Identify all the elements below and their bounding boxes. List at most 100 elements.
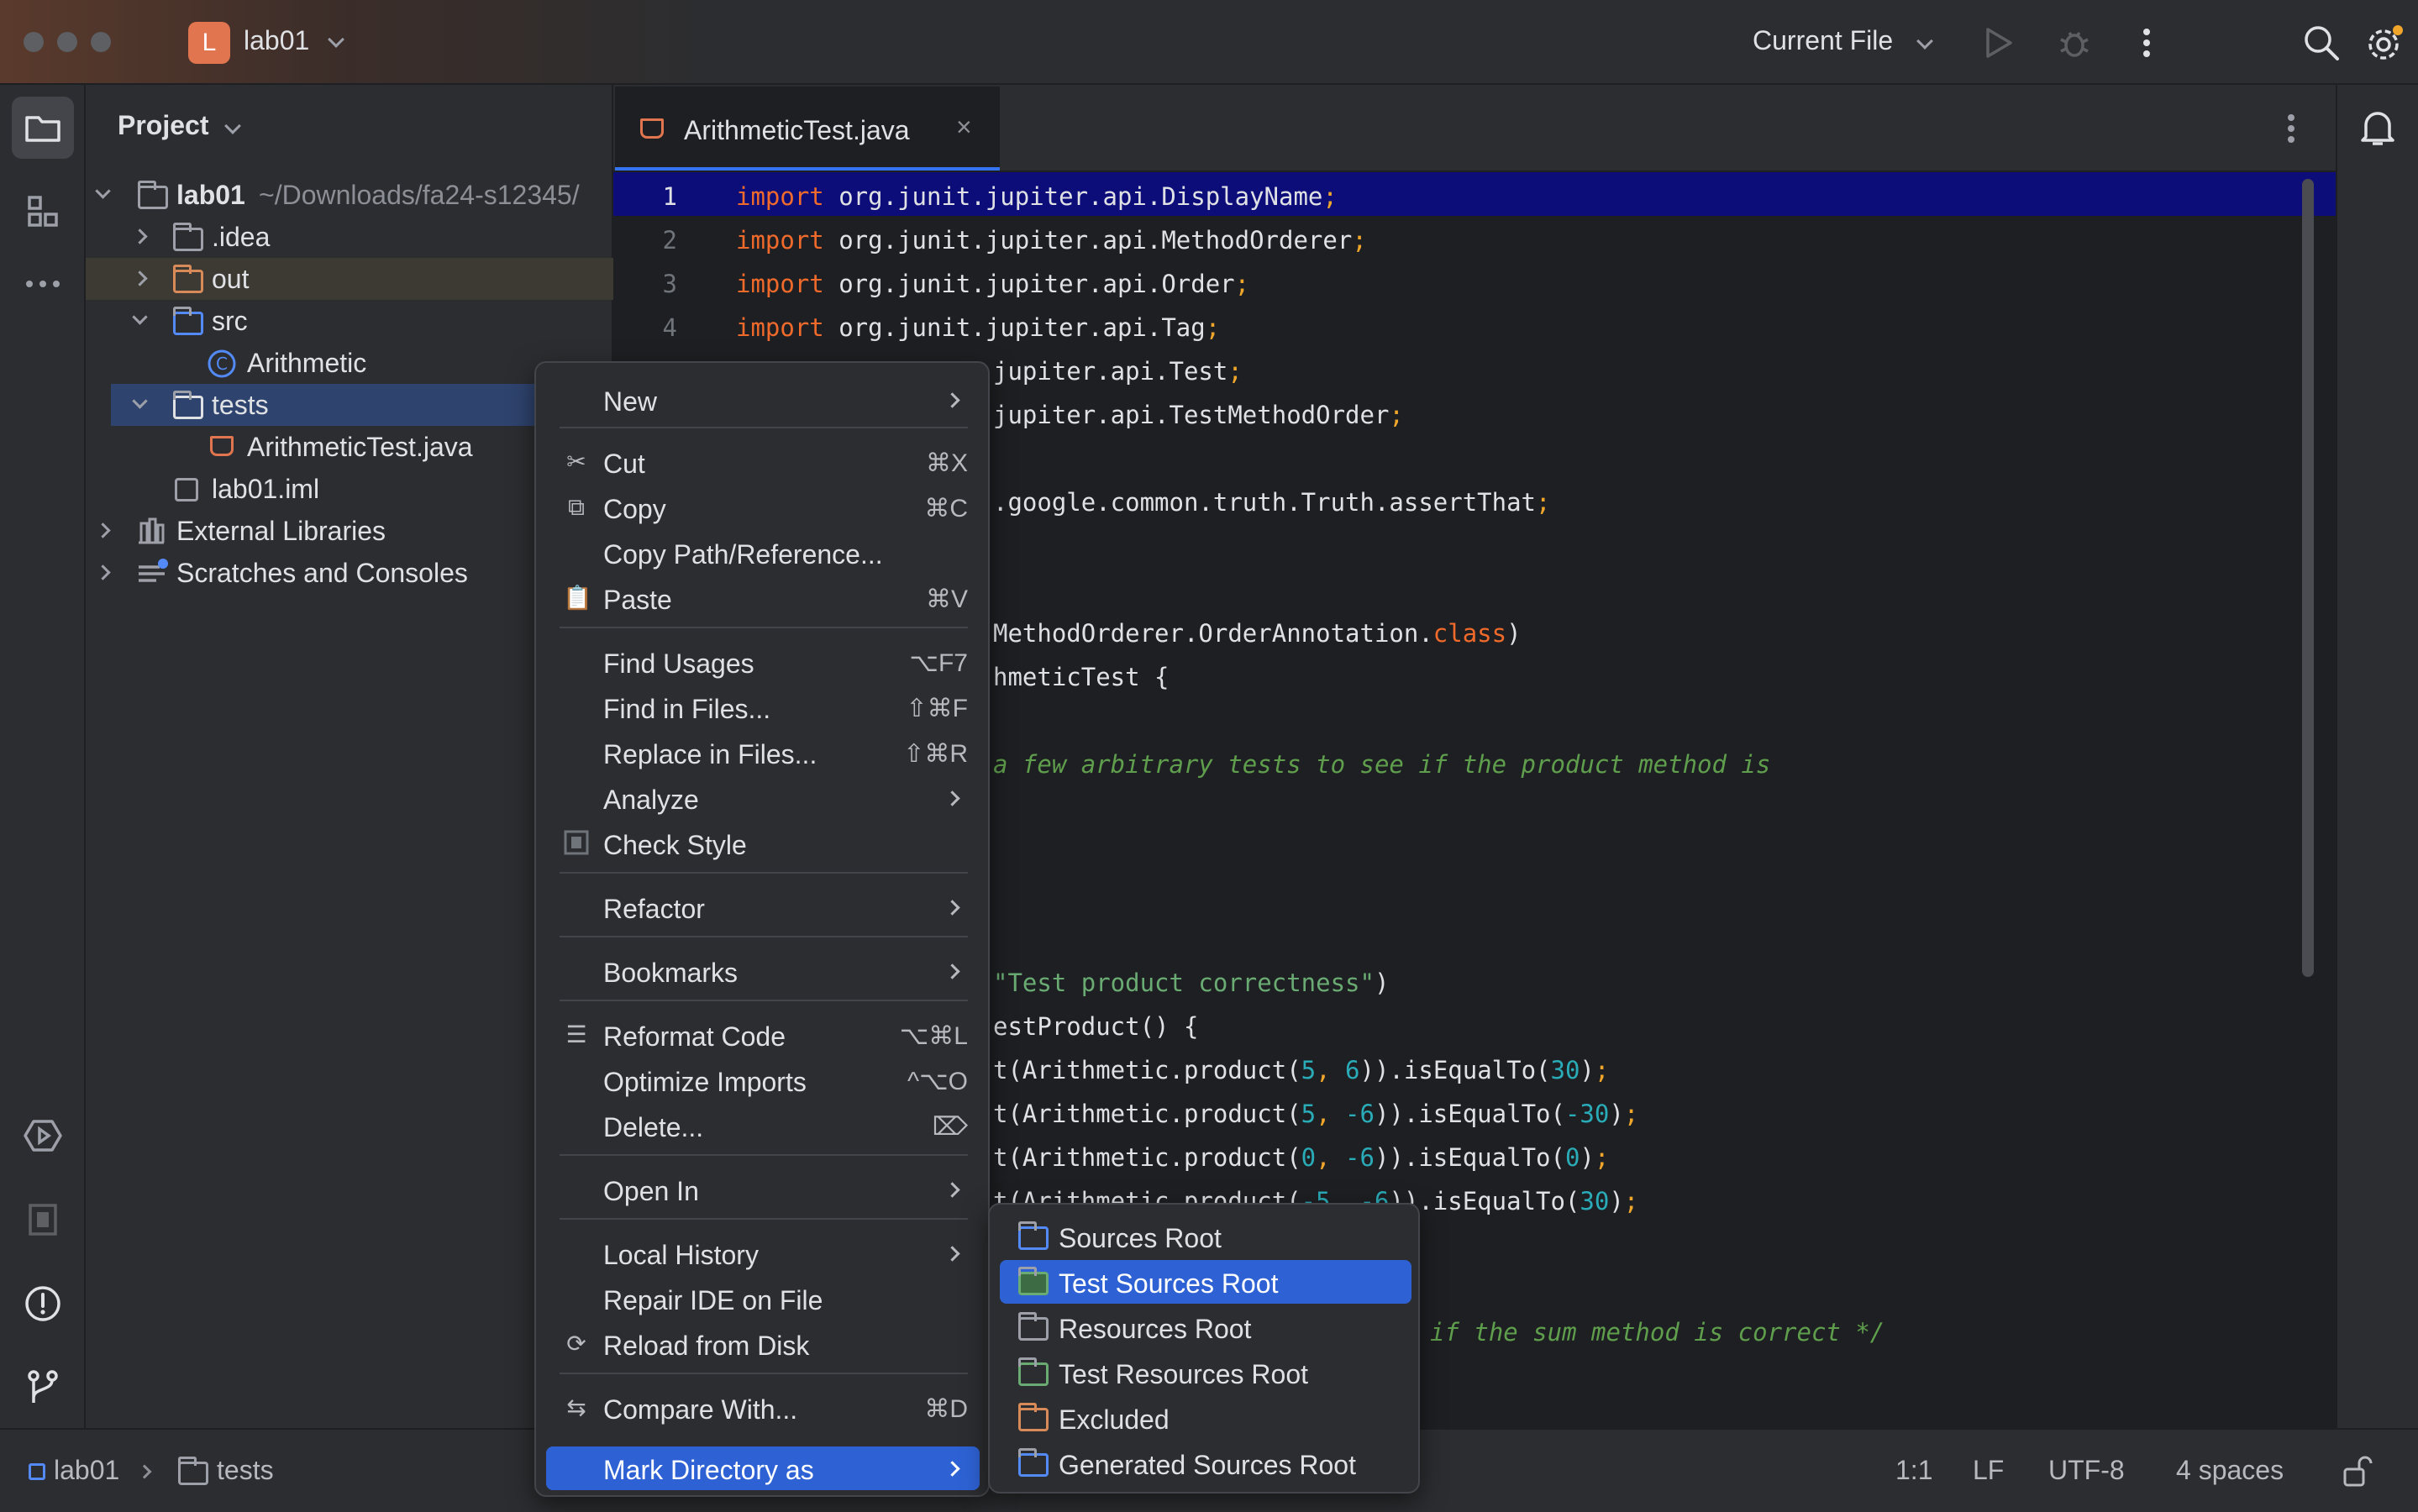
problems-tool-button[interactable] [12,1273,74,1335]
menu-item-copy[interactable]: ⧉ Copy ⌘C [546,486,980,529]
excluded-folder-icon [1018,1403,1049,1431]
tab-arithmetictest[interactable]: ArithmeticTest.java × [615,87,1000,171]
window-minimize-button[interactable] [57,32,77,52]
menu-item-find-usages[interactable]: Find Usages ⌥F7 [546,640,980,684]
menu-separator [560,936,968,937]
editor-scrollbar[interactable] [2302,179,2314,977]
menu-item-paste[interactable]: 📋 Paste ⌘V [546,576,980,620]
menu-item-check-style[interactable]: Check Style [546,822,980,865]
tree-row-out[interactable]: out [86,258,613,300]
project-panel-title[interactable]: Project [118,110,208,141]
window-zoom-button[interactable] [91,32,111,52]
folder-icon [173,391,203,419]
test-sources-root-icon [1018,1267,1049,1295]
expand-icon[interactable] [132,270,148,286]
source-folder-icon [173,307,203,335]
debug-icon[interactable] [2052,20,2097,66]
expand-icon[interactable] [95,183,111,199]
menu-item-find-in-files[interactable]: Find in Files... ⇧⌘F [546,685,980,729]
submenu-item-generated-sources-root[interactable]: Generated Sources Root [1000,1441,1411,1485]
chevron-right-icon [944,963,960,979]
caret-position[interactable]: 1:1 [1895,1455,1932,1486]
run-config-selector[interactable]: Current File [1753,25,1893,56]
close-icon[interactable]: × [956,112,972,143]
submenu-item-excluded[interactable]: Excluded [1000,1396,1411,1440]
line-separator[interactable]: LF [1973,1455,2004,1486]
chevron-down-icon[interactable] [328,31,344,48]
more-icon [26,281,60,287]
tree-row-idea[interactable]: .idea [86,216,613,258]
editor-tab-bar: ArithmeticTest.java × [613,85,2336,172]
menu-item-repair-ide[interactable]: Repair IDE on File [546,1277,980,1320]
menu-item-analyze[interactable]: Analyze [546,776,980,820]
window-close-button[interactable] [24,32,44,52]
expand-icon[interactable] [95,522,111,538]
terminal-icon [29,1204,57,1236]
menu-item-bookmarks[interactable]: Bookmarks [546,949,980,993]
tree-label: out [212,263,250,294]
tree-label: Scratches and Consoles [176,557,468,588]
search-icon[interactable] [2299,20,2344,66]
file-encoding[interactable]: UTF-8 [2048,1455,2125,1486]
kebab-icon[interactable] [2124,20,2169,66]
kebab-icon[interactable] [2287,113,2295,148]
breadcrumb-item[interactable]: lab01 [54,1455,119,1486]
indent-setting[interactable]: 4 spaces [2176,1455,2284,1486]
terminal-tool-button[interactable] [12,1189,74,1251]
chevron-down-icon[interactable] [224,118,241,134]
lock-icon[interactable] [2342,1455,2373,1493]
menu-item-compare-with[interactable]: ⇆ Compare With... ⌘D [546,1386,980,1430]
code-line: 4 import org.junit.jupiter.api.Tag; [613,303,2336,347]
tree-label: lab01 [176,179,245,210]
java-file-icon [210,436,234,456]
menu-item-replace-in-files[interactable]: Replace in Files... ⇧⌘R [546,731,980,774]
chevron-right-icon [944,392,960,408]
expand-icon[interactable] [132,228,148,244]
menu-item-local-history[interactable]: Local History [546,1231,980,1275]
tree-label: External Libraries [176,515,386,546]
menu-item-cut[interactable]: ✂ Cut ⌘X [546,440,980,484]
menu-item-reload-from-disk[interactable]: ⟳ Reload from Disk [546,1322,980,1366]
menu-item-open-in[interactable]: Open In [546,1168,980,1211]
project-badge[interactable]: L [188,22,230,64]
tree-label: ArithmeticTest.java [247,431,473,462]
module-icon [29,1463,45,1480]
menu-item-copy-path[interactable]: Copy Path/Reference... [546,531,980,575]
submenu-item-test-resources-root[interactable]: Test Resources Root [1000,1351,1411,1394]
tree-row-src[interactable]: src [86,300,613,342]
menu-item-new[interactable]: New [546,378,980,422]
settings-icon[interactable] [2363,20,2408,66]
expand-icon[interactable] [132,309,148,325]
chevron-right-icon [944,1182,960,1198]
tree-row-lab01[interactable]: lab01 ~/Downloads/fa24-s12345/ [86,174,613,216]
tree-label: src [212,305,248,336]
chevron-down-icon[interactable] [1916,33,1933,50]
menu-separator [560,1218,968,1220]
expand-icon[interactable] [95,564,111,580]
project-name[interactable]: lab01 [244,25,309,56]
reload-icon: ⟳ [566,1331,586,1357]
menu-item-refactor[interactable]: Refactor [546,885,980,929]
folder-icon [178,1457,208,1485]
copy-icon: ⧉ [568,494,585,520]
menu-item-delete[interactable]: Delete... ⌦ [546,1104,980,1147]
menu-item-optimize-imports[interactable]: Optimize Imports ^⌥O [546,1058,980,1102]
menu-item-reformat-code[interactable]: ☰ Reformat Code ⌥⌘L [546,1013,980,1057]
notifications-icon[interactable] [2359,108,2396,151]
more-tools-button[interactable] [12,253,74,315]
expand-icon[interactable] [132,393,148,409]
submenu-item-sources-root[interactable]: Sources Root [1000,1215,1411,1258]
git-icon [28,1370,58,1403]
line-number: 1 [662,182,677,211]
git-tool-button[interactable] [12,1357,74,1419]
structure-tool-button[interactable] [12,181,74,243]
services-tool-button[interactable] [12,1105,74,1167]
submenu-item-test-sources-root[interactable]: Test Sources Root [1000,1260,1411,1304]
compare-icon: ⇆ [566,1394,586,1420]
project-tool-button[interactable] [12,97,74,159]
menu-separator [560,1000,968,1001]
menu-item-mark-directory-as[interactable]: Mark Directory as [546,1446,980,1490]
breadcrumb-item[interactable]: tests [217,1455,274,1486]
submenu-item-resources-root[interactable]: Resources Root [1000,1305,1411,1349]
run-icon[interactable] [1976,20,2021,66]
